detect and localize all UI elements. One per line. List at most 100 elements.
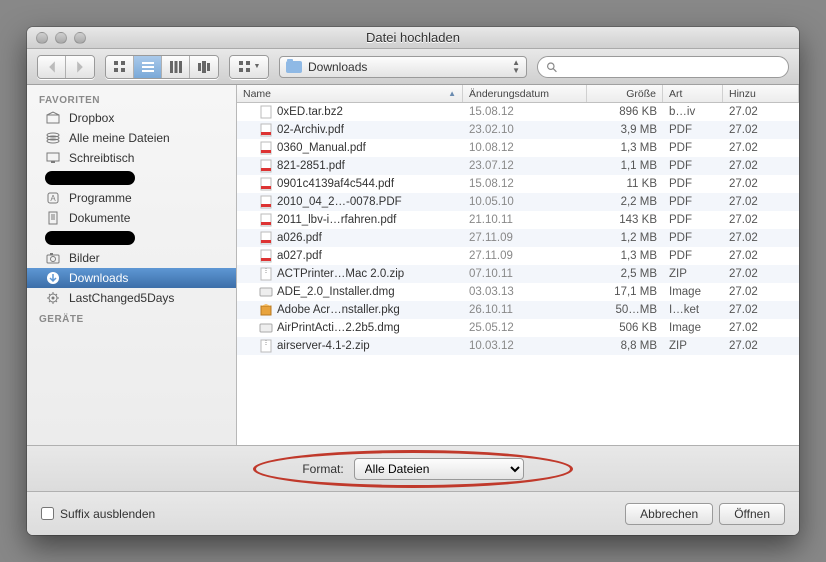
desktop-icon — [45, 151, 61, 165]
file-kind: Image — [663, 286, 723, 298]
redacted-icon — [45, 231, 135, 245]
sidebar-item-redacted[interactable] — [27, 228, 236, 248]
file-name: 0360_Manual.pdf — [277, 142, 366, 154]
file-name: AirPrintActi…2.2b5.dmg — [277, 322, 400, 334]
file-kind: PDF — [663, 124, 723, 136]
search-field[interactable] — [537, 56, 789, 78]
file-row[interactable]: a027.pdf27.11.091,3 MBPDF27.02 — [237, 247, 799, 265]
file-row[interactable]: 2010_04_2…-0078.PDF10.05.102,2 MBPDF27.0… — [237, 193, 799, 211]
file-date: 25.05.12 — [463, 322, 587, 334]
file-date: 07.10.11 — [463, 268, 587, 280]
suffix-checkbox[interactable]: Suffix ausblenden — [41, 507, 155, 521]
file-kind: PDF — [663, 160, 723, 172]
file-dialog-window: Datei hochladen ▼ Downloads ▲▼ FAVORITEN — [27, 27, 799, 535]
view-icon-button[interactable] — [106, 56, 134, 78]
file-row[interactable]: Adobe Acr…nstaller.pkg26.10.1150…MBI…ket… — [237, 301, 799, 319]
file-row[interactable]: 0xED.tar.bz215.08.12896 KBb…iv27.02 — [237, 103, 799, 121]
sidebar-item-lastchanged5days[interactable]: LastChanged5Days — [27, 288, 236, 308]
file-icon — [259, 159, 273, 173]
file-kind: PDF — [663, 214, 723, 226]
file-icon — [259, 105, 273, 119]
file-added: 27.02 — [723, 322, 799, 334]
file-icon — [259, 177, 273, 191]
suffix-checkbox-input[interactable] — [41, 507, 54, 520]
file-row[interactable]: 0360_Manual.pdf10.08.121,3 MBPDF27.02 — [237, 139, 799, 157]
sidebar-item-programme[interactable]: AProgramme — [27, 188, 236, 208]
sidebar-item-redacted[interactable] — [27, 168, 236, 188]
column-name[interactable]: Name▲ — [237, 85, 463, 102]
file-name: 0901c4139af4c544.pdf — [277, 178, 394, 190]
file-size: 2,2 MB — [587, 196, 663, 208]
arrange-button[interactable]: ▼ — [229, 55, 269, 79]
view-coverflow-button[interactable] — [190, 56, 218, 78]
download-icon — [45, 271, 61, 285]
sidebar-item-dokumente[interactable]: Dokumente — [27, 208, 236, 228]
location-popup[interactable]: Downloads ▲▼ — [279, 56, 527, 78]
file-added: 27.02 — [723, 340, 799, 352]
file-kind: I…ket — [663, 304, 723, 316]
sort-asc-icon: ▲ — [448, 89, 456, 98]
titlebar: Datei hochladen — [27, 27, 799, 49]
file-size: 1,2 MB — [587, 232, 663, 244]
cancel-button[interactable]: Abbrechen — [625, 503, 713, 525]
file-name: 0xED.tar.bz2 — [277, 106, 343, 118]
file-row[interactable]: 0901c4139af4c544.pdf15.08.1211 KBPDF27.0… — [237, 175, 799, 193]
file-row[interactable]: ADE_2.0_Installer.dmg03.03.1317,1 MBImag… — [237, 283, 799, 301]
file-icon — [259, 285, 273, 299]
sidebar-item-label: Dokumente — [69, 211, 130, 225]
file-name: a026.pdf — [277, 232, 322, 244]
sidebar-header-devices: GERÄTE — [27, 308, 236, 327]
format-select[interactable]: Alle Dateien — [354, 458, 524, 480]
nav-buttons[interactable] — [37, 55, 95, 79]
file-kind: PDF — [663, 178, 723, 190]
file-icon — [259, 267, 273, 281]
file-date: 10.05.10 — [463, 196, 587, 208]
file-row[interactable]: 821-2851.pdf23.07.121,1 MBPDF27.02 — [237, 157, 799, 175]
file-row[interactable]: 02-Archiv.pdf23.02.103,9 MBPDF27.02 — [237, 121, 799, 139]
file-kind: Image — [663, 322, 723, 334]
file-row[interactable]: AirPrintActi…2.2b5.dmg 25.05.12506 KBImag… — [237, 319, 799, 337]
file-name: 2011_lbv-i…rfahren.pdf — [277, 214, 396, 226]
file-added: 27.02 — [723, 232, 799, 244]
view-list-button[interactable] — [134, 56, 162, 78]
sidebar-item-label: Alle meine Dateien — [69, 131, 170, 145]
file-kind: b…iv — [663, 106, 723, 118]
sidebar-item-bilder[interactable]: Bilder — [27, 248, 236, 268]
file-row[interactable]: a026.pdf27.11.091,2 MBPDF27.02 — [237, 229, 799, 247]
sidebar-item-alle-meine-dateien[interactable]: Alle meine Dateien — [27, 128, 236, 148]
file-added: 27.02 — [723, 304, 799, 316]
file-row[interactable]: 2011_lbv-i…rfahren.pdf 21.10.11143 KBPDF2… — [237, 211, 799, 229]
sidebar-item-schreibtisch[interactable]: Schreibtisch — [27, 148, 236, 168]
sidebar-item-label: Downloads — [69, 271, 128, 285]
file-size: 143 KB — [587, 214, 663, 226]
file-date: 21.10.11 — [463, 214, 587, 226]
open-button[interactable]: Öffnen — [719, 503, 785, 525]
column-size[interactable]: Größe — [587, 85, 663, 102]
file-row[interactable]: airserver-4.1-2.zip10.03.128,8 MBZIP27.0… — [237, 337, 799, 355]
column-added[interactable]: Hinzu — [723, 85, 799, 102]
column-kind[interactable]: Art — [663, 85, 723, 102]
file-kind: PDF — [663, 196, 723, 208]
search-input[interactable] — [561, 60, 780, 74]
forward-button[interactable] — [66, 56, 94, 78]
file-row[interactable]: ACTPrinter…Mac 2.0.zip07.10.112,5 MBZIP2… — [237, 265, 799, 283]
sidebar-item-dropbox[interactable]: Dropbox — [27, 108, 236, 128]
back-button[interactable] — [38, 56, 66, 78]
view-buttons[interactable] — [105, 55, 219, 79]
file-name: a027.pdf — [277, 250, 322, 262]
doc-icon — [45, 211, 61, 225]
file-added: 27.02 — [723, 286, 799, 298]
column-headers: Name▲ Änderungsdatum Größe Art Hinzu — [237, 85, 799, 103]
file-rows: 0xED.tar.bz215.08.12896 KBb…iv27.0202-Ar… — [237, 103, 799, 445]
sidebar-item-downloads[interactable]: Downloads — [27, 268, 236, 288]
file-name: 02-Archiv.pdf — [277, 124, 344, 136]
file-date: 15.08.12 — [463, 106, 587, 118]
file-size: 506 KB — [587, 322, 663, 334]
file-name: 2010_04_2…-0078.PDF — [277, 196, 402, 208]
view-column-button[interactable] — [162, 56, 190, 78]
file-added: 27.02 — [723, 142, 799, 154]
file-added: 27.02 — [723, 214, 799, 226]
stack-icon — [45, 131, 61, 145]
file-added: 27.02 — [723, 106, 799, 118]
column-date[interactable]: Änderungsdatum — [463, 85, 587, 102]
